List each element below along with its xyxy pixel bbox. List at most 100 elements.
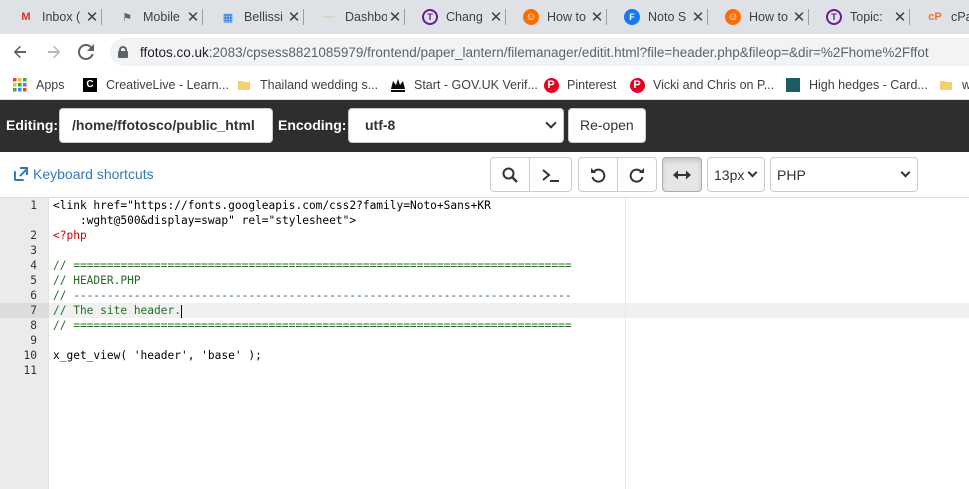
- bookmark-label: Start - GOV.UK Verif...: [414, 78, 538, 92]
- tab-title: How to: [749, 10, 788, 24]
- code-line-1-wrap[interactable]: :wght@500&display=swap" rel="stylesheet"…: [53, 213, 356, 228]
- tab-separator: [707, 9, 708, 25]
- creativelive-icon: C: [82, 77, 98, 93]
- code-line-6[interactable]: // -------------------------------------…: [53, 288, 572, 303]
- bookmark-item[interactable]: P Pinterest: [543, 75, 616, 95]
- howto-icon: ☺: [523, 9, 539, 25]
- mobile-icon: ⚑: [122, 11, 132, 24]
- word-wrap-toggle[interactable]: [662, 157, 702, 192]
- code-line-7[interactable]: // The site header.: [53, 303, 182, 318]
- code-line-2[interactable]: <?php: [53, 228, 87, 243]
- forward-button[interactable]: [42, 40, 66, 64]
- browser-tab[interactable]: T Topic: ✕: [818, 3, 908, 31]
- line-number: 3: [30, 244, 37, 257]
- browser-tab[interactable]: ☺ How to ✕: [515, 3, 605, 31]
- browser-tab[interactable]: F Noto S ✕: [616, 3, 706, 31]
- code-line-10[interactable]: x_get_view( 'header', 'base' );: [53, 348, 262, 363]
- reload-button[interactable]: [74, 40, 98, 64]
- topic-t-icon: T: [422, 9, 438, 25]
- browser-toolbar: ffotos.co.uk:2083/cpsess8821085979/front…: [0, 34, 969, 70]
- encoding-select[interactable]: utf-8: [348, 108, 564, 143]
- apps-grid-icon: [12, 77, 28, 93]
- pinterest-icon: P: [543, 77, 559, 93]
- bookmark-label: Pinterest: [567, 78, 617, 92]
- close-icon[interactable]: ✕: [791, 8, 807, 26]
- line-number: 2: [30, 229, 37, 242]
- close-icon[interactable]: ✕: [286, 8, 302, 26]
- address-bar[interactable]: ffotos.co.uk:2083/cpsess8821085979/front…: [110, 38, 969, 66]
- tab-separator: [202, 9, 203, 25]
- bookmarks-bar: Apps C CreativeLive - Learn... Thailand wed…: [0, 70, 969, 100]
- language-mode-select[interactable]: PHP: [770, 157, 918, 192]
- hedges-icon: [785, 77, 801, 93]
- code-text: <link href="https://fonts.googleapis.com…: [53, 199, 491, 212]
- tab-title: How to: [547, 10, 586, 24]
- font-size-select[interactable]: 13px: [707, 157, 765, 192]
- search-button[interactable]: [490, 157, 530, 192]
- code-line-8[interactable]: // =====================================…: [53, 318, 572, 333]
- close-icon[interactable]: ✕: [892, 8, 908, 26]
- reopen-button[interactable]: Re-open: [568, 108, 646, 143]
- facebook-icon: F: [624, 9, 640, 25]
- redo-button[interactable]: [617, 157, 657, 192]
- topic-t-icon: T: [826, 9, 842, 25]
- terminal-prompt-icon: [541, 168, 559, 182]
- bookmark-item[interactable]: w: [938, 75, 969, 95]
- close-icon[interactable]: ✕: [185, 8, 201, 26]
- font-size-value: 13px: [714, 167, 745, 183]
- tab-title: Chang: [446, 10, 483, 24]
- code-text: // HEADER.PHP: [53, 274, 141, 287]
- code-text: // =====================================…: [53, 259, 572, 272]
- line-number: 7: [30, 304, 37, 317]
- tab-separator: [404, 9, 405, 25]
- tab-separator: [808, 9, 809, 25]
- code-text: x_get_view( 'header', 'base' );: [53, 349, 262, 362]
- close-icon[interactable]: ✕: [387, 8, 403, 26]
- bookmark-item[interactable]: High hedges - Card...: [785, 75, 928, 95]
- url-host: ffotos.co.uk: [140, 44, 209, 60]
- bookmark-item[interactable]: Apps: [12, 75, 65, 95]
- bookmark-item[interactable]: Start - GOV.UK Verif...: [390, 75, 538, 95]
- line-number: 8: [30, 319, 37, 332]
- keyboard-shortcuts-link[interactable]: Keyboard shortcuts: [14, 166, 154, 182]
- browser-tab[interactable]: T Chang ✕: [414, 3, 504, 31]
- close-icon[interactable]: ✕: [589, 8, 605, 26]
- howto-icon: ☺: [725, 9, 741, 25]
- close-icon[interactable]: ✕: [84, 8, 100, 26]
- browser-tab[interactable]: ⚑ Mobile ✕: [111, 3, 201, 31]
- go-to-line-button[interactable]: [529, 157, 572, 192]
- bookmark-label: Apps: [36, 78, 65, 92]
- file-path-field[interactable]: /home/ffotosco/public_html: [59, 108, 273, 143]
- bookmark-item[interactable]: Thailand wedding s...: [236, 75, 378, 95]
- tab-separator: [101, 9, 102, 25]
- bookmark-label: Vicki and Chris on P...: [653, 78, 775, 92]
- undo-icon: [591, 167, 606, 183]
- back-button[interactable]: [8, 40, 32, 64]
- browser-tab[interactable]: ▦ Bellissi ✕: [212, 3, 302, 31]
- code-line-4[interactable]: // =====================================…: [53, 258, 572, 273]
- code-line-5[interactable]: // HEADER.PHP: [53, 273, 141, 288]
- undo-button[interactable]: [578, 157, 618, 192]
- browser-tab[interactable]: M Inbox (✕: [10, 3, 100, 31]
- text-cursor: [180, 304, 182, 318]
- code-text: // The site header.: [53, 304, 181, 317]
- close-icon[interactable]: ✕: [488, 8, 504, 26]
- tab-title: Noto S: [648, 10, 687, 24]
- cpanel-icon: cP: [928, 11, 942, 23]
- tab-separator: [505, 9, 506, 25]
- redo-icon: [629, 167, 644, 183]
- code-line-1[interactable]: <link href="https://fonts.googleapis.com…: [53, 198, 491, 213]
- bookmark-label: w: [962, 78, 969, 92]
- pinterest-icon: P: [629, 77, 645, 93]
- tab-title: Topic:: [850, 10, 883, 24]
- code-editor[interactable]: 1 2 3 4 5 6 7 8 9 10 11 <link href="https://fonts.…: [0, 198, 969, 489]
- browser-tab[interactable]: — Dashbo ✕: [313, 3, 403, 31]
- browser-tab[interactable]: cP cPa: [919, 3, 969, 31]
- language-mode-value: PHP: [777, 167, 806, 183]
- bookmark-item[interactable]: P Vicki and Chris on P...: [629, 75, 774, 95]
- browser-tab[interactable]: ☺ How to ✕: [717, 3, 807, 31]
- bookmark-item[interactable]: C CreativeLive - Learn...: [82, 75, 229, 95]
- line-number: 11: [23, 364, 37, 377]
- bookmark-label: Thailand wedding s...: [260, 78, 379, 92]
- close-icon[interactable]: ✕: [690, 8, 706, 26]
